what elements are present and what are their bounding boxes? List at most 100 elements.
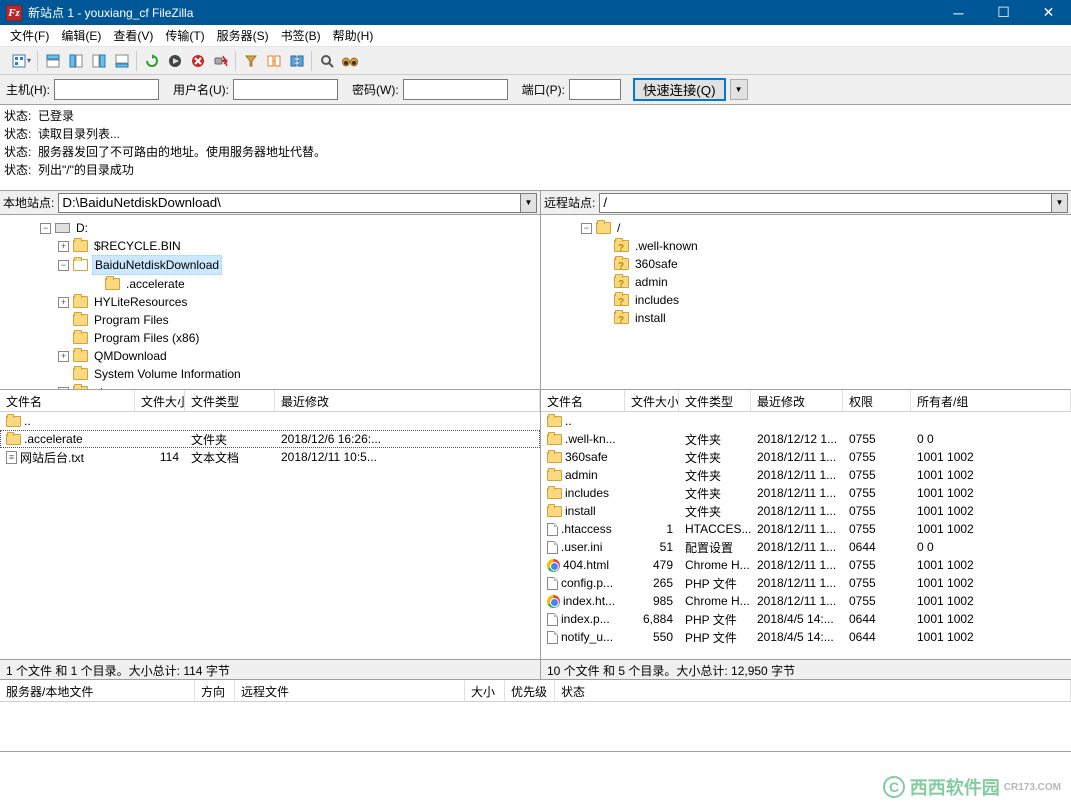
tree-expander[interactable]: − (58, 260, 69, 271)
quickconnect-dropdown[interactable]: ▼ (730, 79, 748, 100)
col-modified[interactable]: 最近修改 (751, 390, 843, 411)
menu-help[interactable]: 帮助(H) (327, 25, 380, 46)
col-modified[interactable]: 最近修改 (275, 390, 540, 411)
queue-col-size[interactable]: 大小 (465, 680, 505, 701)
binoculars-icon[interactable] (339, 50, 361, 72)
close-button[interactable]: ✕ (1026, 0, 1071, 25)
col-type[interactable]: 文件类型 (679, 390, 751, 411)
folder-icon (547, 452, 562, 463)
text-file-icon (6, 451, 17, 464)
folder-icon (105, 278, 120, 290)
tree-expander[interactable]: + (58, 351, 69, 362)
filter-button[interactable] (240, 50, 262, 72)
remote-path-input[interactable] (599, 193, 1052, 213)
col-type[interactable]: 文件类型 (185, 390, 275, 411)
search-button[interactable] (316, 50, 338, 72)
tree-node[interactable]: install (541, 309, 1071, 327)
local-path-input[interactable] (58, 193, 521, 213)
menu-file[interactable]: 文件(F) (4, 25, 55, 46)
menu-view[interactable]: 查看(V) (107, 25, 159, 46)
toggle-log-button[interactable] (42, 50, 64, 72)
toggle-remotetree-button[interactable] (88, 50, 110, 72)
file-row[interactable]: index.ht...985Chrome H...2018/12/11 1...… (541, 592, 1071, 610)
remote-path-dropdown[interactable]: ▼ (1052, 193, 1068, 213)
file-row[interactable]: 404.html479Chrome H...2018/12/11 1...075… (541, 556, 1071, 574)
tree-expander[interactable]: + (58, 241, 69, 252)
tree-node[interactable]: Program Files (x86) (0, 329, 540, 347)
minimize-button[interactable]: ─ (936, 0, 981, 25)
tree-node[interactable]: .accelerate (0, 275, 540, 293)
tree-node[interactable]: 360safe (541, 255, 1071, 273)
pass-input[interactable] (403, 79, 508, 100)
file-row[interactable]: .. (541, 412, 1071, 430)
sync-browse-button[interactable] (286, 50, 308, 72)
tree-node[interactable]: .well-known (541, 237, 1071, 255)
menu-transfer[interactable]: 传输(T) (159, 25, 210, 46)
tree-node[interactable]: +yto (0, 383, 540, 389)
tree-node[interactable]: −BaiduNetdiskDownload (0, 255, 540, 275)
tree-node[interactable]: −D: (0, 219, 540, 237)
menu-edit[interactable]: 编辑(E) (55, 25, 107, 46)
log-pane[interactable]: 状态: 已登录状态: 读取目录列表...状态: 服务器发回了不可路由的地址。使用… (0, 105, 1071, 191)
col-size[interactable]: 文件大小 (625, 390, 679, 411)
disconnect-button[interactable] (210, 50, 232, 72)
file-row[interactable]: config.p...265PHP 文件2018/12/11 1...07551… (541, 574, 1071, 592)
tree-expander[interactable]: + (58, 387, 69, 390)
tree-node[interactable]: Program Files (0, 311, 540, 329)
tree-node[interactable]: +QMDownload (0, 347, 540, 365)
tree-node[interactable]: includes (541, 291, 1071, 309)
host-input[interactable] (54, 79, 159, 100)
col-name[interactable]: 文件名 (0, 390, 135, 411)
sitemanager-button[interactable] (4, 50, 34, 72)
col-perm[interactable]: 权限 (843, 390, 911, 411)
folder-icon (596, 222, 611, 234)
col-size[interactable]: 文件大小 (135, 390, 185, 411)
tree-expander[interactable]: + (58, 297, 69, 308)
tree-node[interactable]: +$RECYCLE.BIN (0, 237, 540, 255)
file-row[interactable]: .. (0, 412, 540, 430)
file-row[interactable]: .user.ini51配置设置2018/12/11 1...06440 0 (541, 538, 1071, 556)
file-row[interactable]: install文件夹2018/12/11 1...07551001 1002 (541, 502, 1071, 520)
queue-col-server[interactable]: 服务器/本地文件 (0, 680, 195, 701)
file-row[interactable]: .well-kn...文件夹2018/12/12 1...07550 0 (541, 430, 1071, 448)
remote-filelist[interactable]: ...well-kn...文件夹2018/12/12 1...07550 036… (541, 412, 1071, 659)
file-row[interactable]: 网站后台.txt114文本文档2018/12/11 10:5... (0, 448, 540, 466)
menu-bookmarks[interactable]: 书签(B) (275, 25, 327, 46)
queue-body[interactable] (0, 702, 1071, 752)
file-row[interactable]: 360safe文件夹2018/12/11 1...07551001 1002 (541, 448, 1071, 466)
maximize-button[interactable]: ☐ (981, 0, 1026, 25)
tree-expander[interactable]: − (581, 223, 592, 234)
file-row[interactable]: admin文件夹2018/12/11 1...07551001 1002 (541, 466, 1071, 484)
queue-col-status[interactable]: 状态 (555, 680, 1071, 701)
file-row[interactable]: .accelerate文件夹2018/12/6 16:26:... (0, 430, 540, 448)
tree-node[interactable]: −/ (541, 219, 1071, 237)
remote-tree[interactable]: −/.well-known360safeadminincludesinstall (541, 215, 1071, 389)
menu-server[interactable]: 服务器(S) (211, 25, 275, 46)
cancel-button[interactable] (187, 50, 209, 72)
file-row[interactable]: .htaccess1HTACCES...2018/12/11 1...07551… (541, 520, 1071, 538)
local-tree[interactable]: −D:+$RECYCLE.BIN−BaiduNetdiskDownload.ac… (0, 215, 540, 389)
tree-node[interactable]: +HYLiteResources (0, 293, 540, 311)
toggle-localtree-button[interactable] (65, 50, 87, 72)
user-input[interactable] (233, 79, 338, 100)
queue-col-direction[interactable]: 方向 (195, 680, 235, 701)
folder-icon (73, 332, 88, 344)
local-filelist[interactable]: ...accelerate文件夹2018/12/6 16:26:...网站后台.… (0, 412, 540, 659)
file-row[interactable]: notify_u...550PHP 文件2018/4/5 14:...06441… (541, 628, 1071, 646)
local-path-dropdown[interactable]: ▼ (521, 193, 537, 213)
compare-button[interactable] (263, 50, 285, 72)
tree-node[interactable]: System Volume Information (0, 365, 540, 383)
process-queue-button[interactable] (164, 50, 186, 72)
port-input[interactable] (569, 79, 621, 100)
tree-node[interactable]: admin (541, 273, 1071, 291)
quickconnect-button[interactable]: 快速连接(Q) (633, 78, 726, 101)
refresh-button[interactable] (141, 50, 163, 72)
queue-col-priority[interactable]: 优先级 (505, 680, 555, 701)
col-name[interactable]: 文件名 (541, 390, 625, 411)
tree-expander[interactable]: − (40, 223, 51, 234)
toggle-queue-button[interactable] (111, 50, 133, 72)
file-row[interactable]: index.p...6,884PHP 文件2018/4/5 14:...0644… (541, 610, 1071, 628)
file-row[interactable]: includes文件夹2018/12/11 1...07551001 1002 (541, 484, 1071, 502)
col-owner[interactable]: 所有者/组 (911, 390, 1071, 411)
queue-col-remote[interactable]: 远程文件 (235, 680, 465, 701)
